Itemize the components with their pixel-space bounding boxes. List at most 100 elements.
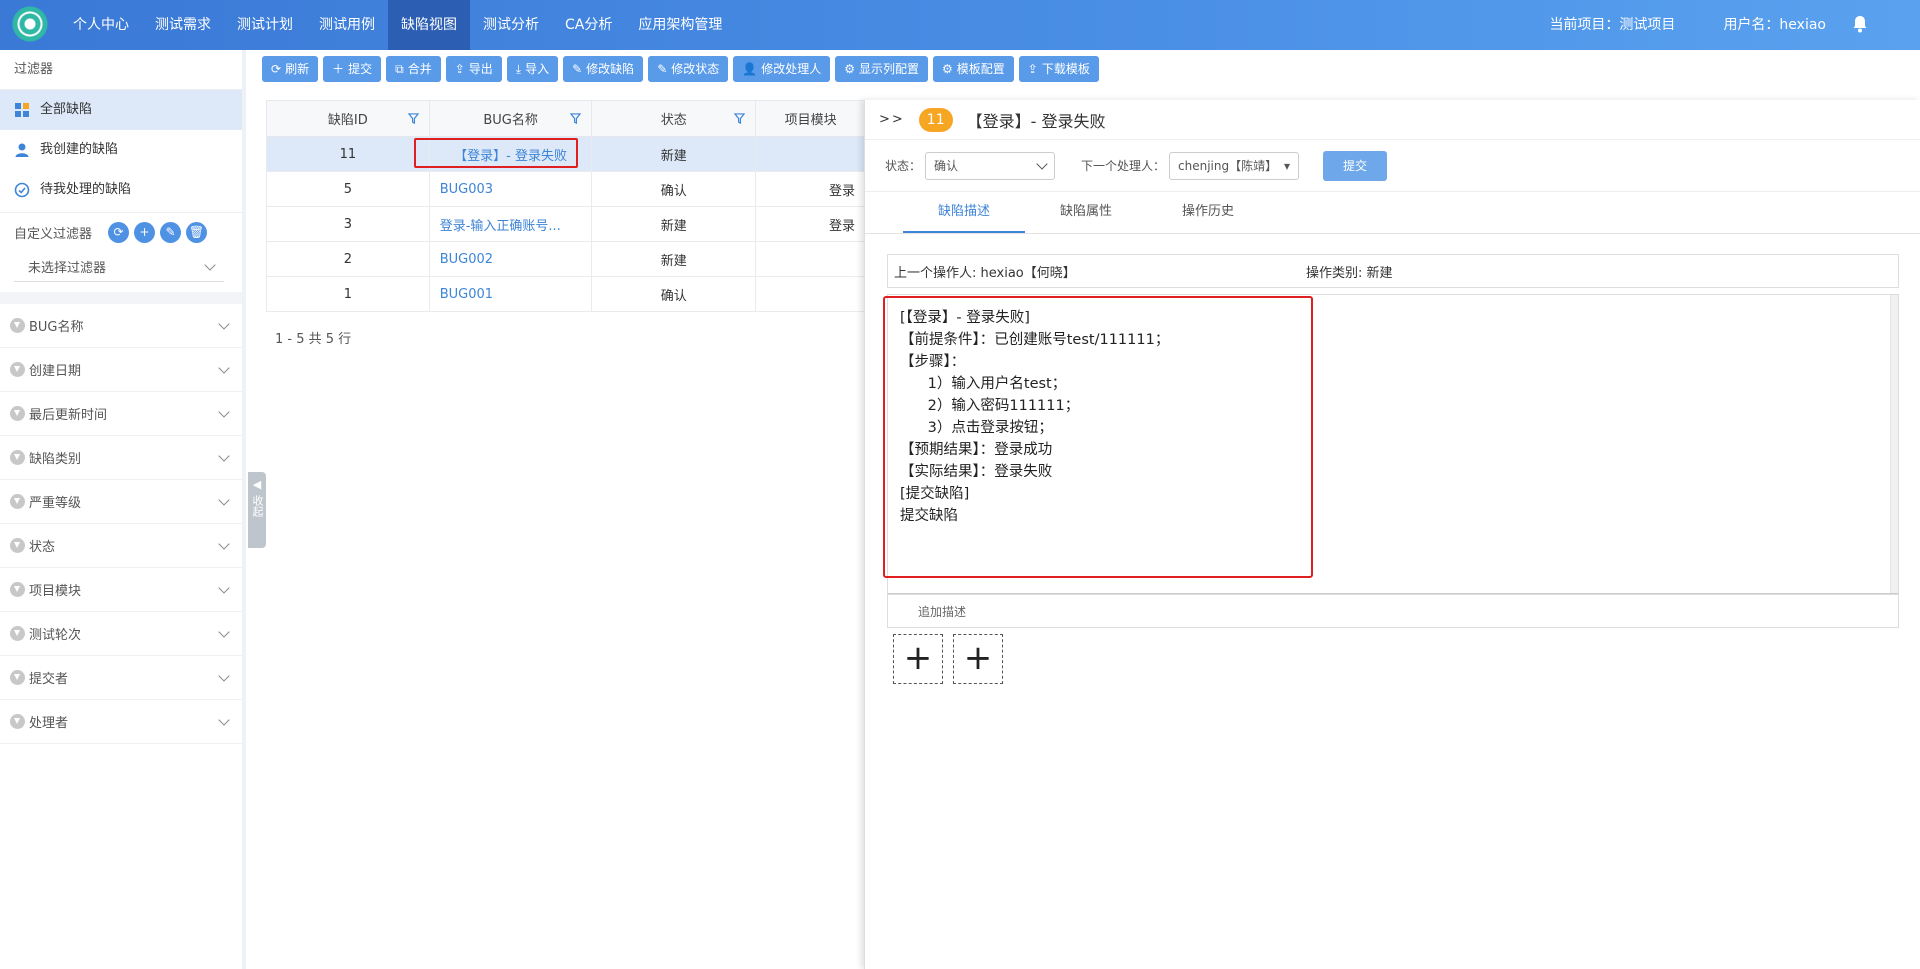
export-button[interactable]: ⇪ 导出 <box>445 56 502 82</box>
filter-accordion[interactable]: 测试轮次 <box>0 612 242 656</box>
tab-description[interactable]: 缺陷描述 <box>903 192 1025 233</box>
refresh-button[interactable]: ⟳ 刷新 <box>262 56 319 82</box>
operator-info-row: 上一个操作人: hexiao【何晓】 操作类别: 新建 <box>887 254 1899 288</box>
next-handler-label: 下一个处理人： <box>1081 159 1166 173</box>
cell-bug-name-link[interactable]: BUG001 <box>428 276 593 312</box>
filter-select-value: 未选择过滤器 <box>28 261 107 276</box>
column-header-status[interactable]: 状态 <box>591 100 757 137</box>
template-config-button[interactable]: ⚙ 模板配置 <box>933 56 1014 82</box>
column-header-id[interactable]: 缺陷ID <box>266 100 430 137</box>
bell-icon[interactable] <box>1852 15 1868 33</box>
filter-accordion[interactable]: 最后更新时间 <box>0 392 242 436</box>
main-nav: 个人中心 测试需求 测试计划 测试用例 缺陷视图 测试分析 CA分析 应用架构管… <box>60 0 735 50</box>
filter-accordion[interactable]: BUG名称 <box>0 304 242 348</box>
panel-title: 【登录】- 登录失败 <box>966 111 1106 131</box>
status-select[interactable]: 确认 <box>925 151 1056 180</box>
defect-table: 缺陷ID BUG名称 状态 项目模块 11 【登录】- 登录失败 新建 5 BUG003… <box>266 100 866 312</box>
import-button[interactable]: ⤓ 导入 <box>506 56 559 82</box>
cell-status: 确认 <box>591 276 757 312</box>
collapse-arrow-icon: ◀ <box>252 478 262 491</box>
append-description-input[interactable]: 追加描述 <box>887 594 1899 628</box>
next-handler-select[interactable]: chenjing【陈靖】 ▾ <box>1169 151 1300 180</box>
nav-item-personal-center[interactable]: 个人中心 <box>60 0 142 50</box>
cell-module: 登录 <box>755 171 866 207</box>
header-label: 状态 <box>660 113 687 128</box>
pagination-info: 1 - 5 共 5 行 <box>275 332 352 347</box>
nav-item-ca-analysis[interactable]: CA分析 <box>552 0 625 50</box>
defect-id-badge: 11 <box>918 107 953 132</box>
nav-item-test-cases[interactable]: 测试用例 <box>306 0 388 50</box>
filter-accordion[interactable]: 创建日期 <box>0 348 242 392</box>
filter-accordion[interactable]: 缺陷类别 <box>0 436 242 480</box>
cell-bug-name-link[interactable]: 登录-输入正确账号... <box>428 206 593 242</box>
nav-item-test-analysis[interactable]: 测试分析 <box>470 0 552 50</box>
table-row[interactable]: 5 BUG003 确认 登录 <box>266 171 866 207</box>
nav-item-defect-view[interactable]: 缺陷视图 <box>388 0 470 50</box>
filter-accordion[interactable]: 提交者 <box>0 656 242 700</box>
table-row[interactable]: 2 BUG002 新建 <box>266 241 866 277</box>
chevron-down-icon <box>218 493 230 506</box>
plus-icon: ＋ <box>332 62 345 76</box>
cell-bug-name-link[interactable]: BUG003 <box>428 171 593 207</box>
refresh-filter-icon[interactable]: ⟳ <box>108 222 130 243</box>
column-filter-icon[interactable] <box>570 113 582 124</box>
column-header-module[interactable]: 项目模块 <box>755 100 866 137</box>
header-label: BUG名称 <box>483 113 538 128</box>
button-label: 导入 <box>525 62 550 76</box>
nav-item-test-requirements[interactable]: 测试需求 <box>142 0 224 50</box>
table-row[interactable]: 1 BUG001 确认 <box>266 276 866 312</box>
merge-button[interactable]: ⧉ 合并 <box>386 56 441 82</box>
edit-defect-button[interactable]: ✎ 修改缺陷 <box>563 56 644 82</box>
nav-item-architecture[interactable]: 应用架构管理 <box>625 0 735 50</box>
nav-item-test-plan[interactable]: 测试计划 <box>224 0 306 50</box>
filter-accordion[interactable]: 项目模块 <box>0 568 242 612</box>
column-filter-icon[interactable] <box>407 113 419 124</box>
add-attachment-button[interactable]: + <box>893 634 943 684</box>
import-icon: ⤓ <box>515 62 522 76</box>
submit-button[interactable]: 提交 <box>1323 150 1388 181</box>
button-label: 导出 <box>468 62 493 76</box>
edit-status-button[interactable]: ✎ 修改状态 <box>648 56 729 82</box>
column-filter-icon[interactable] <box>734 113 746 124</box>
collapse-panel-button[interactable]: >> <box>879 112 905 127</box>
edit-handler-button[interactable]: 👤 修改处理人 <box>733 56 831 82</box>
cell-id: 2 <box>266 241 430 277</box>
current-project[interactable]: 当前项目：测试项目 <box>1549 0 1675 50</box>
collapse-sidebar-tab[interactable]: ◀ 收起 <box>248 472 266 548</box>
edit-filter-icon[interactable]: ✎ <box>160 222 182 243</box>
filter-accordion[interactable]: 状态 <box>0 524 242 568</box>
header-label: 项目模块 <box>784 113 837 128</box>
column-config-button[interactable]: ⚙ 显示列配置 <box>835 56 929 82</box>
collapse-label: 收起 <box>251 495 264 517</box>
export-icon: ⇪ <box>454 62 465 76</box>
username[interactable]: 用户名：hexiao <box>1723 0 1826 50</box>
funnel-icon <box>10 318 25 333</box>
scrollbar[interactable] <box>1890 295 1898 593</box>
filter-accordion[interactable]: 严重等级 <box>0 480 242 524</box>
chevron-down-icon <box>218 625 230 638</box>
sidebar-item-label: 全部缺陷 <box>40 102 93 117</box>
submit-defect-button[interactable]: ＋提交 <box>323 56 382 82</box>
cell-bug-name-link[interactable]: BUG002 <box>428 241 593 277</box>
accordion-label: 状态 <box>29 540 56 555</box>
table-row[interactable]: 3 登录-输入正确账号... 新建 登录 <box>266 206 866 242</box>
tab-history[interactable]: 操作历史 <box>1147 192 1269 233</box>
add-attachment-button[interactable]: + <box>953 634 1003 684</box>
sidebar-item-pending[interactable]: 待我处理的缺陷 <box>0 170 242 210</box>
delete-filter-icon[interactable]: 🗑 <box>186 222 208 243</box>
sidebar-item-my-created[interactable]: 我创建的缺陷 <box>0 130 242 170</box>
filter-select[interactable]: 未选择过滤器 <box>14 252 224 282</box>
button-label: 修改处理人 <box>761 62 822 76</box>
chevron-down-icon <box>218 361 230 374</box>
filter-accordion[interactable]: 处理者 <box>0 700 242 744</box>
accordion-label: 提交者 <box>29 672 69 687</box>
app-logo[interactable] <box>12 6 48 42</box>
add-filter-icon[interactable]: + <box>134 222 156 243</box>
cell-id: 5 <box>266 171 430 207</box>
next-handler-value: chenjing【陈靖】 <box>1178 159 1278 173</box>
sidebar-item-all-defects[interactable]: 全部缺陷 <box>0 90 242 130</box>
top-navbar: 个人中心 测试需求 测试计划 测试用例 缺陷视图 测试分析 CA分析 应用架构管… <box>0 0 1920 50</box>
tab-attributes[interactable]: 缺陷属性 <box>1025 192 1147 233</box>
download-template-button[interactable]: ⇪ 下载模板 <box>1018 56 1099 82</box>
column-header-name[interactable]: BUG名称 <box>428 100 593 137</box>
